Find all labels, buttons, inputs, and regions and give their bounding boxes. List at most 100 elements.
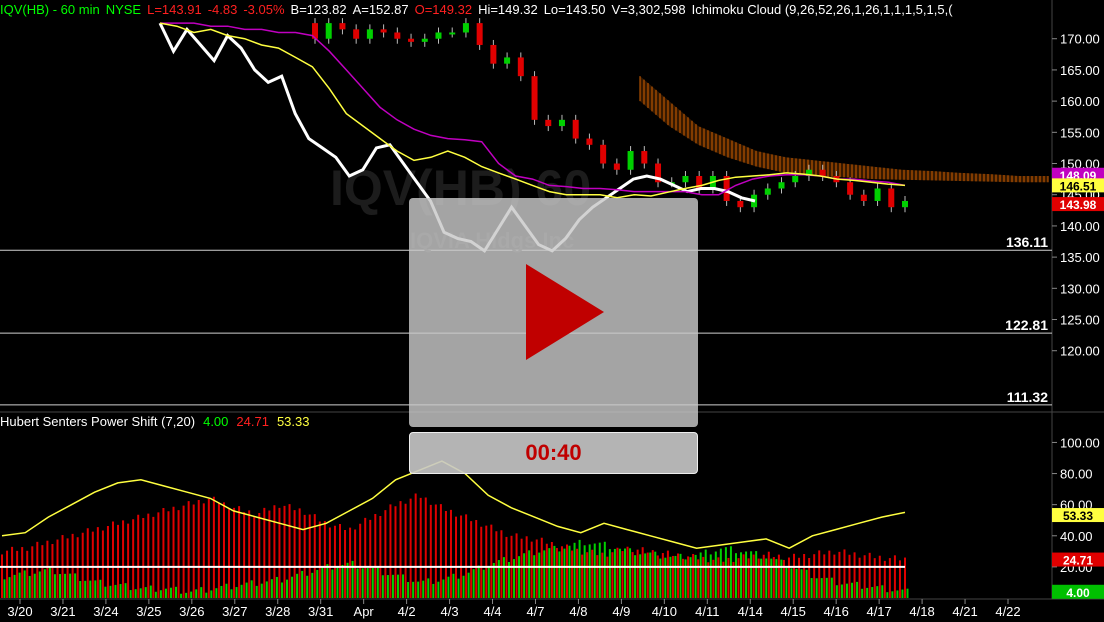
- candle-body: [366, 29, 373, 39]
- indicator-header: Hubert Senters Power Shift (7,20) 4.00 24.…: [0, 414, 318, 430]
- bid-value: B=123.82: [290, 2, 347, 17]
- change-percent: -3.05%: [243, 2, 285, 17]
- time-tick-label: 4/3: [441, 604, 459, 619]
- candle-body: [435, 32, 442, 39]
- price-level-label: 122.81: [1005, 317, 1048, 333]
- candle-body: [641, 151, 648, 164]
- candle-body: [792, 176, 799, 183]
- indicator-tick-label: 80.00: [1060, 467, 1093, 482]
- indicator-tag-label: 4.00: [1066, 586, 1090, 600]
- time-tick-label: 3/24: [93, 604, 118, 619]
- indicator-title: Hubert Senters Power Shift (7,20): [0, 414, 196, 429]
- time-tick-label: 3/27: [222, 604, 247, 619]
- candle-body: [408, 38, 415, 42]
- time-tick-label: 3/20: [7, 604, 32, 619]
- indicator-tag-label: 53.33: [1063, 509, 1093, 523]
- candle-body: [476, 23, 483, 45]
- price-tag-label: 146.51: [1060, 179, 1097, 193]
- indicator-red-value: 24.71: [236, 414, 269, 429]
- candle-body: [421, 38, 428, 42]
- price-level-label: 111.32: [1007, 389, 1048, 405]
- low-value: Lo=143.50: [543, 2, 606, 17]
- price-tick-label: 155.00: [1060, 125, 1100, 140]
- candle-body: [325, 23, 332, 39]
- study-label: Ichimoku Cloud (9,26,52,26,1,26,1,1,1,5,…: [691, 2, 953, 17]
- candle-body: [847, 182, 854, 195]
- indicator-yellow-value: 53.33: [276, 414, 310, 429]
- indicator-green-value: 4.00: [203, 414, 229, 429]
- time-tick-label: 3/25: [136, 604, 161, 619]
- candle-body: [888, 188, 895, 208]
- candle-body: [682, 176, 689, 183]
- time-tick-label: 4/17: [866, 604, 891, 619]
- time-tick-label: 4/2: [398, 604, 416, 619]
- volume-value: V=3,302,598: [611, 2, 686, 17]
- indicator-tick-label: 100.00: [1060, 435, 1100, 450]
- time-tick-label: 4/8: [569, 604, 587, 619]
- price-tick-label: 140.00: [1060, 219, 1100, 234]
- candle-body: [819, 169, 826, 176]
- time-tick-label: 4/14: [738, 604, 763, 619]
- candle-body: [572, 119, 579, 139]
- candle-body: [627, 151, 634, 170]
- candle-body: [339, 23, 346, 30]
- exchange-label: NYSE: [105, 2, 142, 17]
- indicator-tick-label: 40.00: [1060, 529, 1093, 544]
- price-tick-label: 120.00: [1060, 344, 1100, 359]
- time-tick-label: 4/15: [781, 604, 806, 619]
- candle-body: [860, 194, 867, 201]
- time-tick-label: 3/26: [179, 604, 204, 619]
- candle-body: [558, 119, 565, 127]
- video-timestamp: 00:40: [409, 432, 698, 474]
- price-tick-label: 170.00: [1060, 32, 1100, 47]
- candle-body: [504, 57, 511, 64]
- time-tick-label: 4/10: [652, 604, 677, 619]
- time-tick-label: 4/16: [824, 604, 849, 619]
- time-tick-label: 3/31: [308, 604, 333, 619]
- time-tick-label: 4/4: [483, 604, 501, 619]
- candle-body: [380, 29, 387, 33]
- candle-body: [531, 76, 538, 120]
- time-tick-label: 3/21: [50, 604, 75, 619]
- high-value: Hi=149.32: [478, 2, 538, 17]
- candle-body: [353, 29, 360, 39]
- candle-body: [874, 188, 881, 201]
- open-value: O=149.32: [414, 2, 473, 17]
- price-tag-label: 143.98: [1060, 198, 1097, 212]
- ichimoku-cloud: [639, 76, 1049, 183]
- indicator-tag-label: 24.71: [1063, 554, 1093, 568]
- candle-body: [517, 57, 524, 77]
- symbol-label: IQV(HB) - 60 min: [0, 2, 100, 17]
- candle-body: [600, 144, 607, 164]
- change-value: -4.83: [207, 2, 238, 17]
- price-tick-label: 130.00: [1060, 281, 1100, 296]
- time-tick-label: 4/22: [995, 604, 1020, 619]
- play-icon: [526, 264, 604, 360]
- time-tick-label: Apr: [354, 604, 375, 619]
- price-tick-label: 135.00: [1060, 250, 1100, 265]
- price-tick-label: 160.00: [1060, 94, 1100, 109]
- chart-header: IQV(HB) - 60 min NYSE L=143.91 -4.83 -3.05% B…: [0, 2, 959, 18]
- candle-body: [545, 119, 552, 127]
- candle-body: [449, 32, 456, 35]
- price-tick-label: 125.00: [1060, 313, 1100, 328]
- time-tick-label: 3/28: [265, 604, 290, 619]
- candle-body: [764, 188, 771, 195]
- video-play-button[interactable]: [409, 198, 698, 427]
- candle-body: [613, 163, 620, 170]
- candle-body: [490, 44, 497, 64]
- ask-value: A=152.87: [352, 2, 409, 17]
- candle-body: [586, 138, 593, 145]
- time-tick-label: 4/7: [526, 604, 544, 619]
- price-level-label: 136.11: [1006, 234, 1048, 250]
- candle-body: [462, 23, 469, 33]
- time-tick-label: 4/9: [612, 604, 630, 619]
- time-tick-label: 4/18: [909, 604, 934, 619]
- candle-body: [737, 200, 744, 208]
- power-shift-histogram: [0, 460, 909, 598]
- candle-body: [394, 32, 401, 39]
- last-price: L=143.91: [147, 2, 202, 17]
- price-tick-label: 165.00: [1060, 63, 1100, 78]
- time-tick-label: 4/21: [952, 604, 977, 619]
- candle-body: [902, 200, 908, 208]
